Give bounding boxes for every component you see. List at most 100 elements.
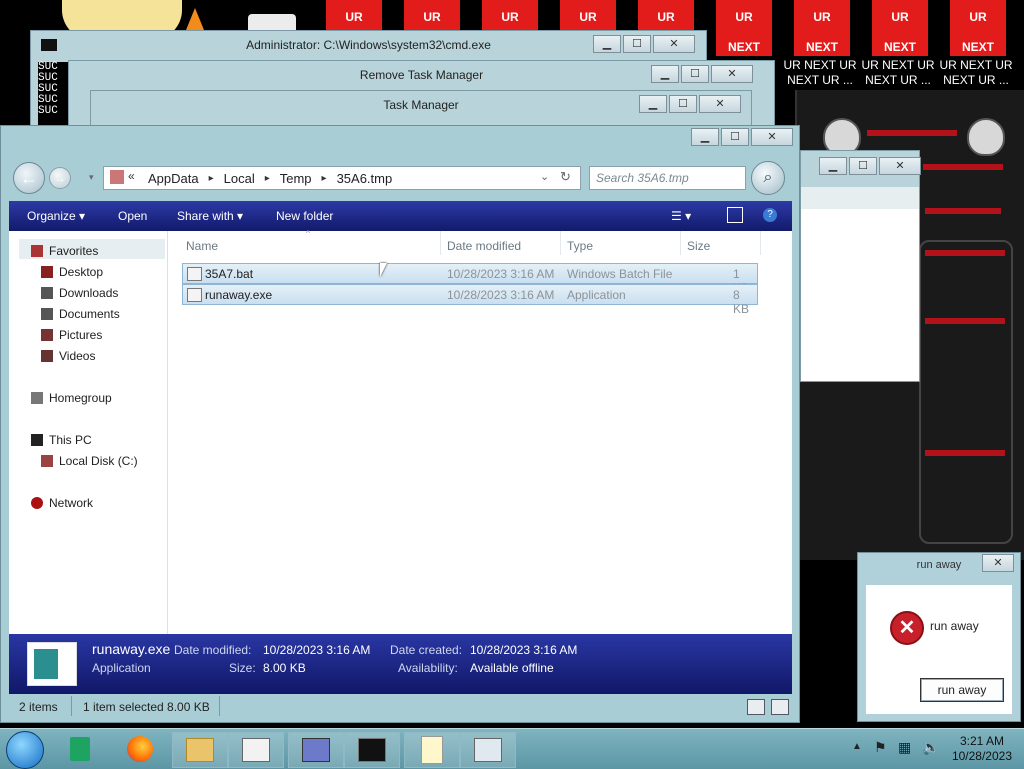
search-placeholder: Search 35A6.tmp: [596, 171, 689, 185]
nav-local-disk[interactable]: Local Disk (C:): [41, 454, 138, 468]
maximize-button[interactable]: ☐: [849, 157, 877, 175]
nav-pictures[interactable]: Pictures: [41, 328, 102, 342]
date-created-value: 10/28/2023 3:16 AM: [470, 643, 578, 657]
minimize-button[interactable]: ▁: [819, 157, 847, 175]
column-type[interactable]: Type: [567, 239, 593, 253]
documents-icon: [41, 308, 53, 320]
close-button[interactable]: ✕: [982, 554, 1014, 572]
column-date[interactable]: Date modified: [447, 239, 521, 253]
ur-tile-8[interactable]: UR NEXT: [872, 0, 928, 56]
taskbar-app-window[interactable]: [288, 732, 344, 768]
taskbar-app-firefox[interactable]: [118, 732, 162, 766]
preview-pane-icon[interactable]: [727, 207, 743, 223]
breadcrumb-local[interactable]: Local: [214, 171, 265, 186]
availability-value: Available offline: [470, 661, 554, 675]
nav-documents[interactable]: Documents: [41, 307, 120, 321]
file-row[interactable]: 35A7.bat 10/28/2023 3:16 AM Windows Batc…: [182, 263, 758, 295]
refresh-icon[interactable]: ↻: [560, 169, 571, 185]
forward-button[interactable]: →: [49, 167, 71, 189]
address-dropdown-icon[interactable]: ⌄: [540, 170, 549, 183]
availability-label: Availability:: [398, 661, 458, 675]
ur-tile-7[interactable]: UR NEXT: [794, 0, 850, 56]
status-bar: 2 items 1 item selected 8.00 KB: [9, 696, 792, 718]
column-size[interactable]: Size: [687, 239, 710, 253]
maximize-button[interactable]: ☐: [721, 128, 749, 146]
file-list-pane: Name ^ Date modified Type Size 35A7.bat …: [168, 229, 792, 634]
ur-tile-label: UR: [891, 10, 909, 24]
runaway-button[interactable]: run away: [920, 678, 1004, 702]
cmd-icon: [358, 738, 386, 762]
breadcrumb-35a6[interactable]: 35A6.tmp: [327, 171, 403, 186]
exe-file-icon: [187, 288, 202, 302]
organize-button[interactable]: Organize ▾: [27, 209, 85, 223]
minimize-button[interactable]: ▁: [593, 35, 621, 53]
maximize-button[interactable]: ☐: [669, 95, 697, 113]
nav-homegroup[interactable]: Homegroup: [31, 391, 112, 405]
nav-this-pc-label: This PC: [49, 433, 92, 447]
taskbar-app-sheets[interactable]: [58, 732, 102, 766]
back-button[interactable]: ←: [13, 162, 45, 194]
status-selection: 1 item selected 8.00 KB: [83, 700, 210, 714]
close-button[interactable]: ✕: [699, 95, 741, 113]
nav-this-pc[interactable]: This PC: [31, 433, 92, 447]
file-date: 10/28/2023 3:16 AM: [447, 288, 555, 302]
close-button[interactable]: ✕: [751, 128, 793, 146]
close-button[interactable]: ✕: [653, 35, 695, 53]
taskbar-cmd[interactable]: [344, 732, 400, 768]
close-button[interactable]: ✕: [879, 157, 921, 175]
date-modified-label: Date modified:: [174, 643, 252, 657]
taskbar: ▲ ⚑ ▦ 🔈 3:21 AM 10/28/2023: [0, 728, 1024, 769]
explorer-window[interactable]: ▁ ☐ ✕ ← → ▾ « AppData ▸ Local ▸ Temp ▸ 35A6…: [0, 125, 800, 723]
pictures-icon: [41, 329, 53, 341]
minimize-button[interactable]: ▁: [639, 95, 667, 113]
help-icon[interactable]: ?: [763, 208, 777, 222]
nav-network[interactable]: Network: [31, 496, 93, 510]
flag-icon[interactable]: ⚑: [874, 739, 887, 756]
minimize-button[interactable]: ▁: [691, 128, 719, 146]
large-icons-view-icon[interactable]: [771, 699, 789, 715]
nav-videos[interactable]: Videos: [41, 349, 95, 363]
new-folder-button[interactable]: New folder: [276, 209, 333, 223]
nav-downloads-label: Downloads: [59, 286, 119, 300]
network-icon: [31, 497, 43, 509]
show-hidden-icons-icon[interactable]: ▲: [852, 741, 862, 752]
column-name[interactable]: Name: [186, 239, 218, 253]
minimize-button[interactable]: ▁: [651, 65, 679, 83]
search-input[interactable]: Search 35A6.tmp: [589, 166, 746, 190]
recent-pages-icon[interactable]: ▾: [89, 172, 94, 183]
share-with-button[interactable]: Share with ▾: [177, 209, 243, 223]
taskbar-perfmon[interactable]: [460, 732, 516, 768]
details-view-icon[interactable]: [747, 699, 765, 715]
breadcrumb-appdata[interactable]: AppData: [138, 171, 209, 186]
ur-caption-4: UR NEXT UR NEXT UR ...: [939, 58, 1013, 87]
ur-tile-label: UR: [423, 10, 441, 24]
nav-local-disk-label: Local Disk (C:): [59, 454, 138, 468]
ur-tile-9[interactable]: UR NEXT: [950, 0, 1006, 56]
nav-favorites[interactable]: Favorites: [31, 244, 98, 258]
taskbar-notepad[interactable]: [404, 732, 460, 768]
breadcrumb-temp[interactable]: Temp: [270, 171, 322, 186]
downloads-icon: [41, 287, 53, 299]
overflow-chevron-icon[interactable]: «: [128, 169, 135, 183]
nav-downloads[interactable]: Downloads: [41, 286, 118, 300]
close-button[interactable]: ✕: [711, 65, 753, 83]
maximize-button[interactable]: ☐: [623, 35, 651, 53]
volume-icon[interactable]: 🔈: [922, 739, 939, 756]
runaway-dialog[interactable]: run away ✕ ✕ run away run away: [857, 552, 1021, 722]
file-row[interactable]: runaway.exe 10/28/2023 3:16 AM Applicati…: [182, 284, 758, 316]
taskbar-file-explorer[interactable]: [172, 732, 228, 768]
nav-desktop[interactable]: Desktop: [41, 265, 103, 279]
address-bar[interactable]: « AppData ▸ Local ▸ Temp ▸ 35A6.tmp ⌄ ↻: [103, 166, 581, 190]
clock[interactable]: 3:21 AM 10/28/2023: [952, 734, 1012, 764]
file-size: 8 KB: [733, 288, 750, 316]
ur-tile-6[interactable]: UR NEXT: [716, 0, 772, 56]
taskbar-task-manager[interactable]: [228, 732, 284, 768]
window-icon: [242, 738, 270, 762]
network-tray-icon[interactable]: ▦: [898, 739, 911, 756]
maximize-button[interactable]: ☐: [681, 65, 709, 83]
view-options-icon[interactable]: ☰ ▾: [671, 209, 691, 223]
open-button[interactable]: Open: [118, 209, 147, 223]
start-button[interactable]: [6, 731, 44, 769]
search-icon[interactable]: ⌕: [751, 161, 785, 195]
clock-date: 10/28/2023: [951, 749, 1012, 763]
